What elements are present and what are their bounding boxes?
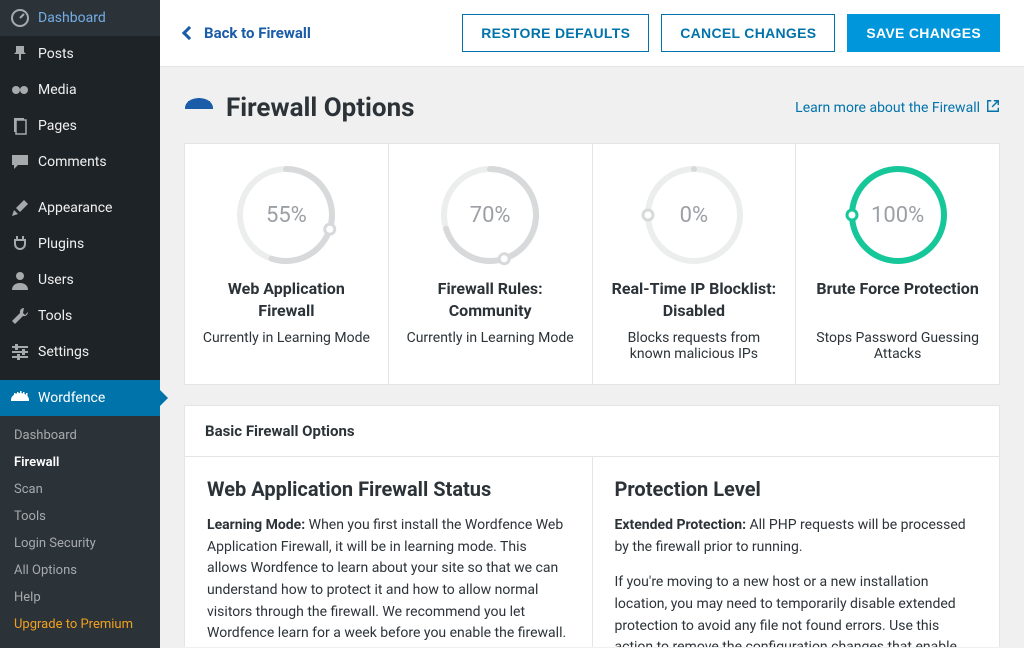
sidebar-item-label: Dashboard xyxy=(38,10,106,26)
card-desc: Blocks requests from known malicious IPs xyxy=(609,330,780,362)
sidebar-item-label: Settings xyxy=(38,344,89,360)
submenu-item-all-options[interactable]: All Options xyxy=(0,557,160,584)
learn-more-firewall-link[interactable]: Learn more about the Firewall xyxy=(795,99,1000,117)
sidebar-item-label: Media xyxy=(38,82,77,98)
comment-icon xyxy=(10,152,30,172)
submenu-item-firewall[interactable]: Firewall xyxy=(0,449,160,476)
save-changes-button[interactable]: SAVE CHANGES xyxy=(847,14,1000,52)
sidebar-item-label: Users xyxy=(38,272,74,288)
wordfence-icon xyxy=(10,388,30,408)
sidebar-item-settings[interactable]: Settings xyxy=(0,334,160,370)
wordfence-icon xyxy=(184,96,214,120)
card-desc: Currently in Learning Mode xyxy=(405,330,576,346)
admin-sidebar: Dashboard Posts Media Pages Comments Appearan… xyxy=(0,0,160,647)
external-link-icon xyxy=(986,99,1000,117)
waf-status-text: Learning Mode: When you first install th… xyxy=(207,515,570,647)
chevron-left-icon xyxy=(182,26,196,40)
cancel-changes-button[interactable]: CANCEL CHANGES xyxy=(661,14,835,52)
submenu-item-login-security[interactable]: Login Security xyxy=(0,530,160,557)
wrench-icon xyxy=(10,306,30,326)
status-card-2[interactable]: 0% Real-Time IP Blocklist: Disabled Blocks… xyxy=(593,144,797,384)
donut-chart: 55% xyxy=(233,162,339,268)
status-cards-row: 55% Web Application Firewall Currently in … xyxy=(184,143,1000,385)
move-host-text: If you're moving to a new host or a new … xyxy=(615,572,978,647)
sidebar-item-tools[interactable]: Tools xyxy=(0,298,160,334)
sidebar-item-label: Tools xyxy=(38,308,72,324)
protection-level-heading: Protection Level xyxy=(615,477,978,501)
sliders-icon xyxy=(10,342,30,362)
sidebar-item-wordfence[interactable]: Wordfence xyxy=(0,380,160,416)
panel-header: Basic Firewall Options xyxy=(185,406,999,457)
percentage-label: 55% xyxy=(233,162,339,268)
sidebar-item-label: Appearance xyxy=(38,200,112,216)
card-desc: Stops Password Guessing Attacks xyxy=(812,330,983,362)
sidebar-item-dashboard[interactable]: Dashboard xyxy=(0,0,160,36)
card-title: Firewall Rules: Community xyxy=(405,278,576,322)
media-icon xyxy=(10,80,30,100)
sidebar-item-appearance[interactable]: Appearance xyxy=(0,190,160,226)
card-title: Web Application Firewall xyxy=(201,278,372,322)
topbar-actions: RESTORE DEFAULTS CANCEL CHANGES SAVE CHA… xyxy=(462,14,1000,52)
submenu-item-tools[interactable]: Tools xyxy=(0,503,160,530)
back-to-firewall-link[interactable]: Back to Firewall xyxy=(184,24,311,42)
wordfence-submenu: DashboardFirewallScanToolsLogin Security… xyxy=(0,416,160,648)
sidebar-item-media[interactable]: Media xyxy=(0,72,160,108)
submenu-item-scan[interactable]: Scan xyxy=(0,476,160,503)
donut-chart: 70% xyxy=(437,162,543,268)
submenu-item-upgrade-to-premium[interactable]: Upgrade to Premium xyxy=(0,611,160,638)
page-icon xyxy=(10,116,30,136)
status-card-0[interactable]: 55% Web Application Firewall Currently in … xyxy=(185,144,389,384)
sidebar-item-users[interactable]: Users xyxy=(0,262,160,298)
card-title: Real-Time IP Blocklist: Disabled xyxy=(609,278,780,322)
sidebar-item-posts[interactable]: Posts xyxy=(0,36,160,72)
waf-status-heading: Web Application Firewall Status xyxy=(207,477,570,501)
pin-icon xyxy=(10,44,30,64)
status-card-1[interactable]: 70% Firewall Rules: Community Currently in… xyxy=(389,144,593,384)
sidebar-item-label: Comments xyxy=(38,154,107,170)
sidebar-item-pages[interactable]: Pages xyxy=(0,108,160,144)
page-title: Firewall Options xyxy=(226,93,415,123)
basic-firewall-panel: Basic Firewall Options Web Application F… xyxy=(184,405,1000,647)
percentage-label: 100% xyxy=(845,162,951,268)
card-title: Brute Force Protection xyxy=(812,278,983,322)
sidebar-item-comments[interactable]: Comments xyxy=(0,144,160,180)
topbar: Back to Firewall RESTORE DEFAULTS CANCEL… xyxy=(160,0,1024,67)
percentage-label: 70% xyxy=(437,162,543,268)
brush-icon xyxy=(10,198,30,218)
percentage-label: 0% xyxy=(641,162,747,268)
donut-chart: 100% xyxy=(845,162,951,268)
sidebar-item-label: Wordfence xyxy=(38,390,105,406)
waf-status-column: Web Application Firewall Status Learning… xyxy=(185,457,593,647)
card-desc: Currently in Learning Mode xyxy=(201,330,372,346)
sidebar-item-label: Posts xyxy=(38,46,74,62)
plug-icon xyxy=(10,234,30,254)
restore-defaults-button[interactable]: RESTORE DEFAULTS xyxy=(462,14,649,52)
main-content: Back to Firewall RESTORE DEFAULTS CANCEL… xyxy=(160,0,1024,647)
page-header: Firewall Options Learn more about the Fi… xyxy=(184,93,1000,123)
status-card-3[interactable]: 100% Brute Force Protection Stops Password… xyxy=(796,144,999,384)
submenu-item-help[interactable]: Help xyxy=(0,584,160,611)
back-label: Back to Firewall xyxy=(204,24,311,42)
user-icon xyxy=(10,270,30,290)
sidebar-item-label: Pages xyxy=(38,118,77,134)
dashboard-icon xyxy=(10,8,30,28)
extended-protection-text: Extended Protection: All PHP requests wi… xyxy=(615,515,978,558)
sidebar-item-plugins[interactable]: Plugins xyxy=(0,226,160,262)
sidebar-item-label: Plugins xyxy=(38,236,84,252)
donut-chart: 0% xyxy=(641,162,747,268)
protection-level-column: Protection Level Extended Protection: Al… xyxy=(593,457,1000,647)
submenu-item-dashboard[interactable]: Dashboard xyxy=(0,422,160,449)
